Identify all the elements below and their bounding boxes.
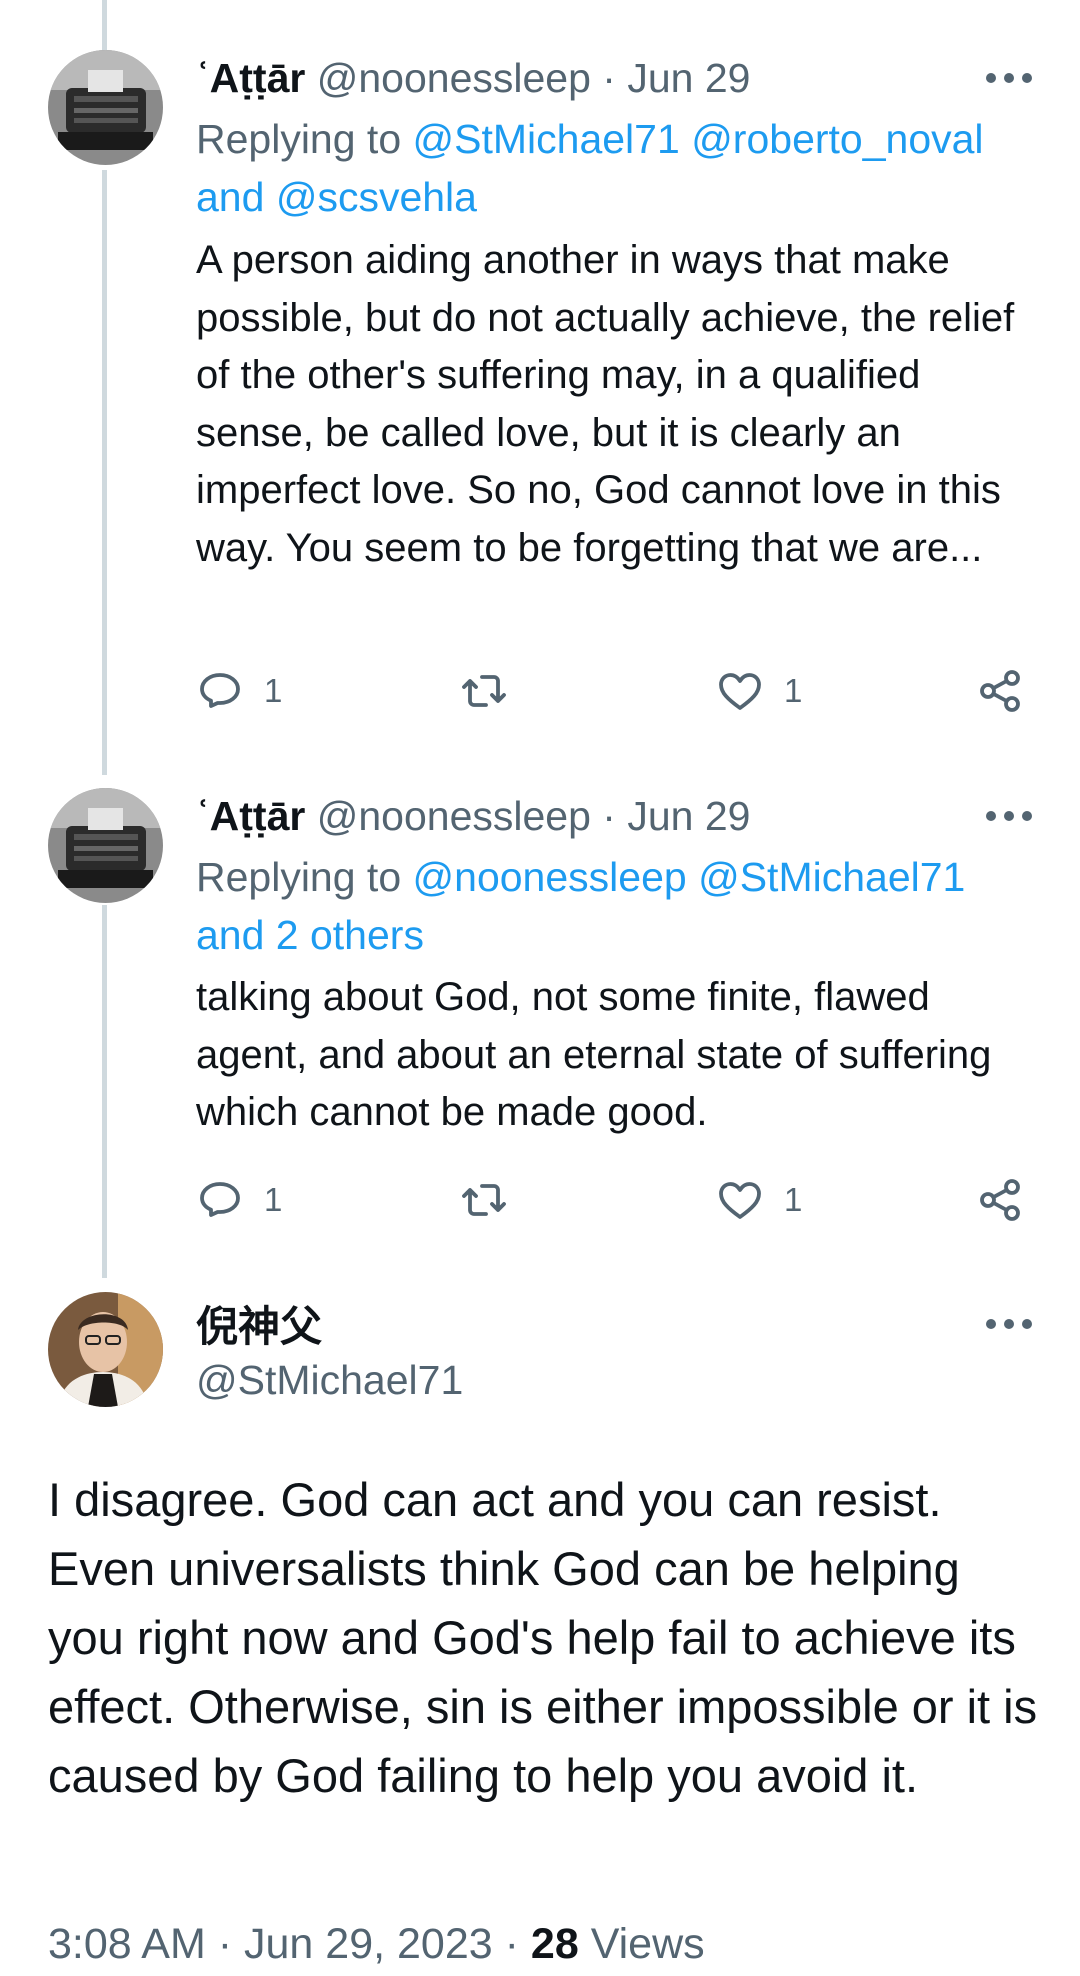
retweet-icon (462, 675, 506, 707)
heart-icon (719, 1182, 761, 1219)
reply-count: 1 (264, 672, 283, 709)
mention-link[interactable]: @roberto_noval (691, 116, 983, 162)
replying-to: Replying to @noonessleep @StMichael71 an… (196, 848, 1020, 964)
others-link[interactable]: and 2 others (196, 912, 424, 958)
mention-link[interactable]: @StMichael71 (698, 854, 965, 900)
like-count: 1 (784, 672, 803, 709)
replying-prefix: Replying to (196, 116, 402, 162)
handle[interactable]: @noonessleep (317, 793, 591, 839)
reply-button[interactable]: 1 (196, 661, 282, 721)
share-icon (980, 1179, 1020, 1221)
tweet-text: talking about God, not some finite, flaw… (196, 975, 992, 1134)
like-button[interactable]: 1 (716, 1170, 802, 1230)
reply-button[interactable]: 1 (196, 1170, 282, 1230)
avatar[interactable] (48, 788, 163, 903)
tweet-full-date[interactable]: Jun 29, 2023 (244, 1920, 493, 1968)
separator: · (602, 55, 616, 101)
handle[interactable]: @StMichael71 (196, 1351, 463, 1409)
like-button[interactable]: 1 (716, 661, 802, 721)
mention-link[interactable]: @scsvehla (276, 174, 477, 220)
more-options-icon[interactable] (986, 811, 1032, 825)
avatar[interactable] (48, 1292, 163, 1407)
tweet-actions: 1 1 (196, 661, 1040, 721)
tweet-metadata: 3:08 AM · Jun 29, 2023 · 28 Views (48, 1916, 705, 1972)
replying-prefix: Replying to (196, 854, 402, 900)
tweet-actions: 1 1 (196, 1170, 1040, 1230)
display-name[interactable]: ʿAṭṭār (196, 55, 305, 101)
views-count[interactable]: 28 (531, 1920, 579, 1968)
tweet-date[interactable]: Jun 29 (627, 55, 750, 101)
tweet-text: I disagree. God can act and you can resi… (48, 1473, 1038, 1802)
share-button[interactable] (976, 1170, 1024, 1230)
retweet-button[interactable] (460, 1170, 508, 1230)
mention-link[interactable]: @noonessleep (413, 854, 687, 900)
handle[interactable]: @noonessleep (317, 55, 591, 101)
mention-link[interactable]: @StMichael71 (413, 116, 680, 162)
separator: · (217, 1920, 233, 1968)
tweet-time[interactable]: 3:08 AM (48, 1920, 206, 1968)
share-button[interactable] (976, 661, 1024, 721)
replying-to: Replying to @StMichael71 @roberto_noval … (196, 110, 1020, 226)
tweet-date[interactable]: Jun 29 (627, 793, 750, 839)
more-options-icon[interactable] (986, 73, 1032, 87)
heart-icon (719, 673, 761, 710)
separator: · (602, 793, 616, 839)
display-name[interactable]: ʿAṭṭār (196, 793, 305, 839)
retweet-icon (462, 1184, 506, 1216)
like-count: 1 (784, 1181, 803, 1218)
reply-icon (200, 1182, 240, 1217)
tweet-header: ʿAṭṭār @noonessleep · Jun 29 (196, 48, 1040, 108)
share-icon (980, 670, 1020, 712)
thread-connector-line (102, 905, 107, 1278)
more-options-icon[interactable] (986, 1319, 1032, 1333)
display-name[interactable]: 倪神父 (196, 1298, 322, 1356)
reply-icon (200, 673, 240, 708)
replying-and: and (196, 174, 265, 220)
retweet-button[interactable] (460, 661, 508, 721)
tweet-text: A person aiding another in ways that mak… (196, 238, 1015, 570)
views-label[interactable]: Views (591, 1920, 705, 1968)
thread-connector-line (102, 170, 107, 775)
tweet-header: ʿAṭṭār @noonessleep · Jun 29 (196, 786, 1040, 846)
reply-count: 1 (264, 1181, 283, 1218)
separator: · (504, 1920, 519, 1968)
avatar[interactable] (48, 50, 163, 165)
